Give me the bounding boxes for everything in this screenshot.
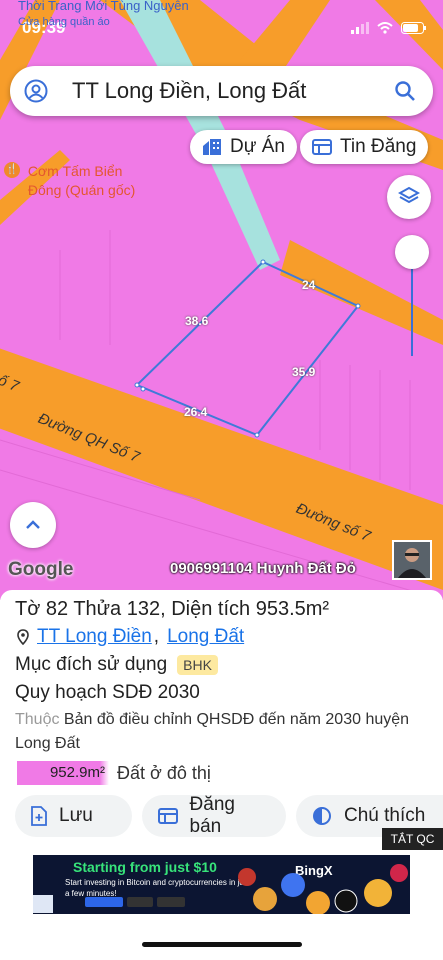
projects-label: Dự Án <box>230 136 285 157</box>
poi-clothing-store[interactable]: Thời Trang Mới Tùng Nguyễn Cửa hàng quần… <box>18 0 189 30</box>
plan-source: Thuộc Bản đồ điều chỉnh QHSDĐ đến năm 20… <box>15 708 425 756</box>
person-photo-icon <box>398 548 426 578</box>
listings-chip[interactable]: Tin Đăng <box>300 130 429 164</box>
poi-restaurant-name: Cơm Tấm Biển Đông (Quán gốc) <box>27 163 136 198</box>
google-logo: Google <box>8 559 74 580</box>
map-view[interactable]: 09:39 Thời Trang Mới Tùng Nguyễn Cửa hàn… <box>0 0 443 600</box>
parcel-title: Tờ 82 Thửa 132, Diện tích 953.5m² <box>15 598 330 620</box>
ad-play-icon <box>33 895 53 913</box>
listing-icon <box>158 808 178 824</box>
opacity-slider[interactable] <box>395 235 429 360</box>
wifi-icon <box>377 22 393 34</box>
ad-headline: Starting from just $10 <box>73 859 217 875</box>
land-area-row: 952.9m² Đất ở đô thị <box>17 761 211 785</box>
account-icon[interactable] <box>24 79 48 103</box>
town-link[interactable]: TT Long Điền <box>37 626 152 648</box>
post-sale-button[interactable]: Đăng bán <box>142 794 286 837</box>
search-icon[interactable] <box>393 79 417 103</box>
search-query[interactable]: TT Long Điền, Long Đất <box>72 78 306 104</box>
signal-icon <box>351 22 369 34</box>
land-type: Đất ở đô thị <box>117 762 211 783</box>
save-button[interactable]: Lưu <box>15 795 132 837</box>
legend-label: Chú thích <box>344 805 426 826</box>
district-link[interactable]: Long Đất <box>167 626 244 648</box>
land-area-value: 952.9m² <box>17 761 109 785</box>
status-icons <box>351 22 427 34</box>
home-indicator[interactable] <box>142 942 302 947</box>
close-ad-button[interactable]: TẮT QC <box>382 828 443 850</box>
belongs-text: Bản đồ điều chỉnh QHSDĐ đến năm 2030 huy… <box>15 711 410 752</box>
owner-contact[interactable]: 0906991104 Huynh Đất Đỏ <box>170 560 356 577</box>
belongs-prefix: Thuộc <box>15 711 60 728</box>
search-bar[interactable]: TT Long Điền, Long Đất <box>10 66 433 116</box>
building-icon <box>203 139 221 155</box>
listing-icon <box>312 139 332 155</box>
slider-handle[interactable] <box>395 235 429 269</box>
add-document-icon <box>31 806 47 826</box>
save-label: Lưu <box>59 805 93 826</box>
owner-avatar[interactable] <box>392 540 432 580</box>
edge-length-label: 24 <box>302 278 316 292</box>
plan-title: Quy hoạch SDĐ 2030 <box>15 682 200 703</box>
ad-banner[interactable]: Starting from just $10 Start investing i… <box>33 855 410 914</box>
listings-label: Tin Đăng <box>340 136 417 157</box>
edge-length-label: 35.9 <box>292 365 316 379</box>
restaurant-icon: 🍴 <box>4 162 20 178</box>
purpose-code-badge: BHK <box>177 655 218 675</box>
expand-up-button[interactable] <box>10 502 56 548</box>
projects-chip[interactable]: Dự Án <box>190 130 297 164</box>
battery-icon <box>401 22 426 34</box>
edge-length-label: 26.4 <box>184 405 208 419</box>
chevron-up-icon <box>26 520 40 529</box>
road-qh7 <box>0 348 443 590</box>
land-use-purpose: Mục đích sử dụng BHK <box>15 654 218 676</box>
layers-icon <box>398 186 420 204</box>
contrast-icon <box>313 807 331 825</box>
poi-clothing-category: Cửa hàng quần áo <box>18 16 110 28</box>
layers-button[interactable] <box>387 175 431 219</box>
post-sale-label: Đăng bán <box>189 794 235 837</box>
purpose-label: Mục đích sử dụng <box>15 654 168 675</box>
comma: , <box>153 626 160 647</box>
ad-brand: BingX <box>295 863 333 878</box>
poi-restaurant[interactable]: 🍴 Cơm Tấm Biển Đông (Quán gốc) <box>4 162 148 200</box>
parcel-info-panel: Tờ 82 Thửa 132, Diện tích 953.5m² TT Lon… <box>0 590 443 960</box>
parcel-location: TT Long Điền, Long Đất <box>17 626 244 648</box>
poi-clothing-name: Thời Trang Mới Tùng Nguyễn <box>18 0 189 13</box>
location-pin-icon <box>17 629 29 645</box>
ad-subtitle: Start investing in Bitcoin and cryptocur… <box>65 878 250 898</box>
edge-length-label: 38.6 <box>185 314 209 328</box>
